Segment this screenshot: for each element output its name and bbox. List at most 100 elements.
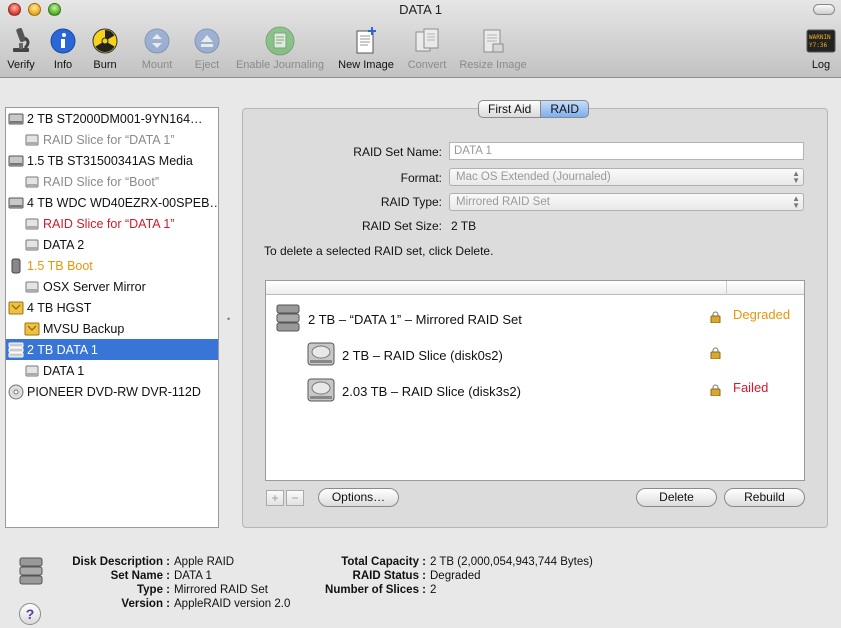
log-button[interactable]: WARNIN Y7:36 Log xyxy=(804,26,838,74)
sidebar-item-label: RAID Slice for “DATA 1” xyxy=(43,132,175,147)
window-toolbar: DATA 1 Verify Info Burn Mount Eject Enab… xyxy=(0,0,841,78)
format-label: Format: xyxy=(400,171,442,185)
sidebar-item-label: 2 TB ST2000DM001-9YN164… xyxy=(27,111,203,126)
raid-slice-row[interactable]: 2.03 TB – RAID Slice (disk3s2) xyxy=(306,375,521,408)
remove-button[interactable]: − xyxy=(286,490,304,506)
volume-icon xyxy=(24,279,40,295)
sidebar-item[interactable]: 2 TB DATA 1 xyxy=(6,339,218,360)
sidebar-item[interactable]: RAID Slice for “DATA 1” xyxy=(6,129,218,150)
help-button[interactable]: ? xyxy=(19,603,41,625)
status-badge: Failed xyxy=(733,380,769,395)
sidebar-item-label: 2 TB DATA 1 xyxy=(27,342,98,357)
hard-disk-icon xyxy=(8,111,24,127)
sidebar-item-label: RAID Slice for “DATA 1” xyxy=(43,216,175,231)
raid-set-name-field[interactable]: DATA 1 xyxy=(449,142,804,160)
list-header xyxy=(266,281,804,295)
add-button[interactable]: + xyxy=(266,490,284,506)
external-disk-icon xyxy=(8,300,24,316)
sidebar-item[interactable]: RAID Slice for “Boot” xyxy=(6,171,218,192)
sidebar-item[interactable]: 1.5 TB Boot xyxy=(6,255,218,276)
raid-set-size-label: RAID Set Size: xyxy=(361,219,442,233)
sidebar-item-label: 4 TB WDC WD40EZRX-00SPEB… xyxy=(27,195,218,210)
delete-button[interactable]: Delete xyxy=(636,488,717,507)
enable-journaling-button[interactable]: Enable Journaling xyxy=(232,26,328,74)
delete-hint: To delete a selected RAID set, click Del… xyxy=(264,244,494,258)
mount-icon xyxy=(142,26,172,56)
hard-disk-icon xyxy=(8,153,24,169)
raid-set-icon xyxy=(276,303,300,336)
raid-type-select[interactable]: Mirrored RAID Set ▲ ▼ xyxy=(449,193,804,211)
raid-set-icon xyxy=(8,342,24,358)
new-image-button[interactable]: New Image xyxy=(336,26,396,74)
sidebar-item-label: 1.5 TB Boot xyxy=(27,258,93,273)
sidebar-item-label: 4 TB HGST xyxy=(27,300,92,315)
hard-disk-icon xyxy=(306,375,336,408)
raid-set-size-value: 2 TB xyxy=(451,219,477,233)
sidebar-item[interactable]: DATA 2 xyxy=(6,234,218,255)
svg-text:Y7:36: Y7:36 xyxy=(809,42,827,49)
info-button[interactable]: Info xyxy=(46,26,80,74)
sidebar-item[interactable]: OSX Server Mirror xyxy=(6,276,218,297)
lock-icon xyxy=(710,311,721,323)
sidebar-item[interactable]: MVSU Backup xyxy=(6,318,218,339)
raid-slice-icon xyxy=(24,132,40,148)
stepper-arrows-icon: ▲ ▼ xyxy=(792,194,800,210)
sidebar-item-label: OSX Server Mirror xyxy=(43,279,146,294)
lock-icon xyxy=(710,384,721,396)
external-disk-icon xyxy=(8,258,24,274)
verify-button[interactable]: Verify xyxy=(4,26,38,74)
toolbar-toggle-button[interactable] xyxy=(813,4,835,15)
stepper-arrows-icon: ▲ ▼ xyxy=(792,169,800,185)
tab-first-aid[interactable]: First Aid xyxy=(478,100,541,118)
rebuild-button[interactable]: Rebuild xyxy=(724,488,805,507)
convert-button[interactable]: Convert xyxy=(404,26,450,74)
eject-button[interactable]: Eject xyxy=(190,26,224,74)
journal-icon xyxy=(265,26,295,56)
optical-drive-icon xyxy=(8,384,24,400)
options-button[interactable]: Options… xyxy=(318,488,399,507)
raid-set-name-label: RAID Set Name: xyxy=(353,145,442,159)
raid-slice-row[interactable]: 2 TB – RAID Slice (disk0s2) xyxy=(306,339,503,372)
resize-image-icon xyxy=(478,26,508,56)
format-select[interactable]: Mac OS Extended (Journaled) ▲ ▼ xyxy=(449,168,804,186)
burn-button[interactable]: Burn xyxy=(88,26,122,74)
sidebar-item[interactable]: 1.5 TB ST31500341AS Media xyxy=(6,150,218,171)
sidebar-item-label: RAID Slice for “Boot” xyxy=(43,174,160,189)
sidebar-item[interactable]: PIONEER DVD-RW DVR-112D xyxy=(6,381,218,402)
status-badge: Degraded xyxy=(733,307,791,322)
svg-text:WARNIN: WARNIN xyxy=(809,34,831,41)
raid-slice-icon xyxy=(24,216,40,232)
hard-disk-icon xyxy=(8,195,24,211)
raid-set-list[interactable]: 2 TB – “DATA 1” – Mirrored RAID Set Degr… xyxy=(265,280,805,481)
raid-set-row[interactable]: 2 TB – “DATA 1” – Mirrored RAID Set xyxy=(276,303,522,336)
splitter-handle[interactable]: • xyxy=(227,314,230,324)
hard-disk-icon xyxy=(306,339,336,372)
sidebar-item[interactable]: DATA 1 xyxy=(6,360,218,381)
sidebar-item-label: 1.5 TB ST31500341AS Media xyxy=(27,153,193,168)
sidebar-item[interactable]: 4 TB WDC WD40EZRX-00SPEB… xyxy=(6,192,218,213)
microscope-icon xyxy=(6,26,36,56)
sidebar-item-label: MVSU Backup xyxy=(43,321,125,336)
eject-icon xyxy=(192,26,222,56)
sidebar-item-label: DATA 1 xyxy=(43,363,85,378)
disk-sidebar[interactable]: 2 TB ST2000DM001-9YN164… RAID Slice for “… xyxy=(5,107,219,528)
volume-icon xyxy=(24,321,40,337)
tab-raid[interactable]: RAID xyxy=(540,100,590,118)
sidebar-item[interactable]: RAID Slice for “DATA 1” xyxy=(6,213,218,234)
mount-button[interactable]: Mount xyxy=(138,26,176,74)
convert-icon xyxy=(412,26,442,56)
tab-bar: First Aid RAID xyxy=(478,100,590,118)
info-icon xyxy=(48,26,78,56)
disk-info-right: Total Capacity :2 TB (2,000,054,943,744 … xyxy=(325,556,593,596)
disk-info-left: Disk Description : Apple RAID Set Name :D… xyxy=(72,556,291,610)
window-title: DATA 1 xyxy=(399,2,442,17)
raid-slice-icon xyxy=(24,174,40,190)
sidebar-item[interactable]: 4 TB HGST xyxy=(6,297,218,318)
sidebar-item-label: DATA 2 xyxy=(43,237,85,252)
resize-image-button[interactable]: Resize Image xyxy=(456,26,530,74)
volume-icon xyxy=(24,363,40,379)
sidebar-item[interactable]: 2 TB ST2000DM001-9YN164… xyxy=(6,108,218,129)
lock-icon xyxy=(710,347,721,359)
console-log-icon: WARNIN Y7:36 xyxy=(806,26,836,56)
raid-type-label: RAID Type: xyxy=(380,195,442,209)
